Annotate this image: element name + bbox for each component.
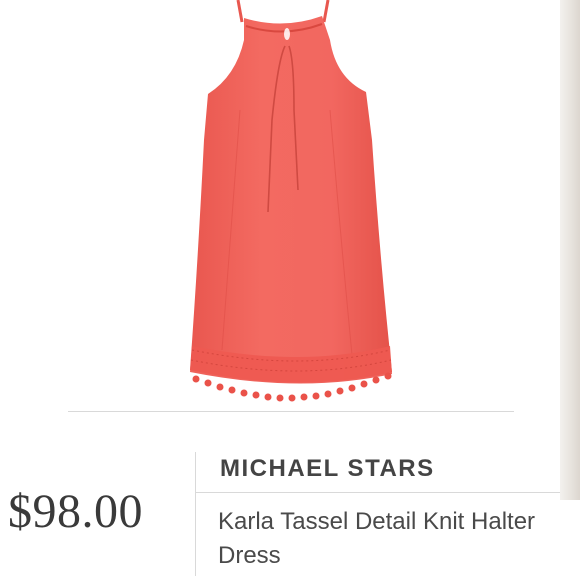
- product-photo: [0, 0, 580, 415]
- dress-image: [190, 0, 392, 402]
- brand-name: MICHAEL STARS: [220, 455, 435, 482]
- image-divider: [68, 411, 514, 412]
- adjacent-photo-edge: [560, 0, 580, 500]
- brand-divider: [196, 492, 560, 493]
- product-title: Karla Tassel Detail Knit Halter Dress: [218, 508, 536, 569]
- price-divider: [195, 452, 196, 576]
- product-price: $98.00: [8, 485, 143, 538]
